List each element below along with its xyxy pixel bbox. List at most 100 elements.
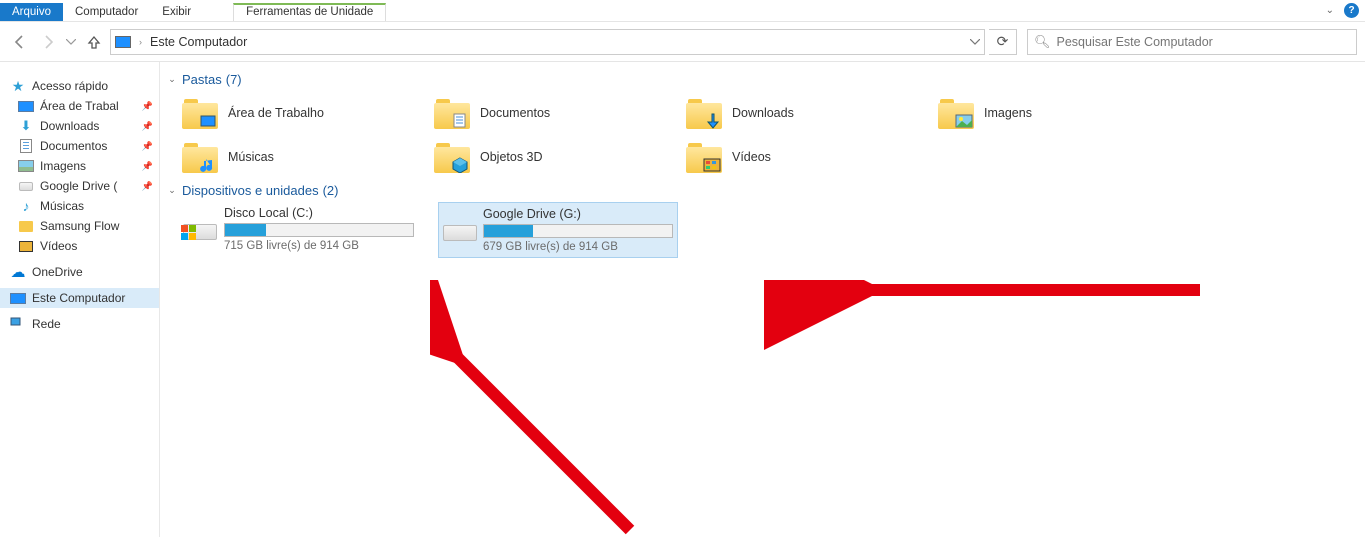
sidebar-item-desktop[interactable]: Área de Trabal 📌: [0, 96, 159, 116]
sidebar-label: Samsung Flow: [40, 219, 119, 233]
drive-info: 679 GB livre(s) de 914 GB: [483, 241, 673, 253]
group-count: (2): [323, 183, 339, 198]
search-box[interactable]: 🔍︎: [1027, 29, 1357, 55]
sidebar-label: Acesso rápido: [32, 79, 108, 93]
drive-item[interactable]: Google Drive (G:) 679 GB livre(s) de 914…: [438, 202, 678, 258]
breadcrumb-location[interactable]: Este Computador: [150, 35, 247, 49]
group-count: (7): [226, 72, 242, 87]
folder-icon: [938, 97, 974, 129]
folder-item[interactable]: Downloads: [682, 91, 934, 135]
sidebar-item-music[interactable]: Músicas: [0, 196, 159, 216]
folder-label: Downloads: [732, 106, 794, 120]
pin-icon: 📌: [142, 161, 153, 172]
menu-bar: Arquivo Computador Exibir Ferramentas de…: [0, 0, 1365, 22]
folder-item[interactable]: Objetos 3D: [430, 135, 682, 179]
sidebar-label: Vídeos: [40, 239, 77, 253]
folder-icon: [686, 141, 722, 173]
help-icon[interactable]: ?: [1344, 3, 1359, 18]
desktop-icon: [18, 101, 34, 112]
folder-icon: [434, 141, 470, 173]
address-dropdown-icon[interactable]: [970, 39, 980, 45]
address-bar[interactable]: › Este Computador: [110, 29, 985, 55]
group-title: Pastas: [182, 72, 222, 87]
breadcrumb-sep: ›: [135, 37, 146, 47]
pin-icon: 📌: [142, 181, 153, 192]
sidebar-onedrive[interactable]: OneDrive: [0, 262, 159, 282]
tab-view[interactable]: Exibir: [150, 3, 203, 21]
sidebar-network[interactable]: Rede: [0, 314, 159, 334]
drive-item[interactable]: Disco Local (C:) 715 GB livre(s) de 914 …: [178, 202, 418, 258]
sidebar-label: Rede: [32, 317, 61, 331]
sidebar-label: Músicas: [40, 199, 84, 213]
pin-icon: 📌: [142, 141, 153, 152]
sidebar-item-samsung[interactable]: Samsung Flow: [0, 216, 159, 236]
folder-icon: [686, 97, 722, 129]
sidebar-this-pc[interactable]: Este Computador: [0, 288, 159, 308]
sidebar-label: Área de Trabal: [40, 99, 119, 113]
search-icon: 🔍︎: [1034, 34, 1051, 50]
drives-row: Disco Local (C:) 715 GB livre(s) de 914 …: [166, 202, 1365, 258]
folder-icon: [182, 97, 218, 129]
sidebar-quick-access[interactable]: Acesso rápido: [0, 76, 159, 96]
tab-file[interactable]: Arquivo: [0, 3, 63, 21]
up-button[interactable]: [82, 30, 106, 54]
windows-icon: [181, 225, 197, 241]
search-input[interactable]: [1057, 35, 1350, 49]
sidebar-item-images[interactable]: Imagens 📌: [0, 156, 159, 176]
folder-item[interactable]: Músicas: [178, 135, 430, 179]
sidebar-item-gdrive[interactable]: Google Drive ( 📌: [0, 176, 159, 196]
folder-label: Vídeos: [732, 150, 771, 164]
star-icon: [10, 78, 26, 94]
folder-icon: [182, 141, 218, 173]
refresh-button[interactable]: ⟳: [989, 29, 1017, 55]
folder-item[interactable]: Imagens: [934, 91, 1186, 135]
sidebar-label: Google Drive (: [40, 179, 117, 193]
navigation-pane: Acesso rápido Área de Trabal 📌 Downloads 📌…: [0, 62, 160, 537]
group-header-folders[interactable]: ⌄ Pastas (7): [166, 68, 1365, 91]
folder-item[interactable]: Documentos: [430, 91, 682, 135]
tab-drive-tools[interactable]: Ferramentas de Unidade: [233, 3, 386, 21]
sidebar-item-downloads[interactable]: Downloads 📌: [0, 116, 159, 136]
collapse-icon[interactable]: ⌄: [166, 74, 178, 85]
pin-icon: 📌: [142, 101, 153, 112]
sidebar-item-videos[interactable]: Vídeos: [0, 236, 159, 256]
drive-icon: [19, 182, 33, 191]
group-title: Dispositivos e unidades: [182, 183, 319, 198]
music-icon: [18, 198, 34, 214]
navigation-bar: › Este Computador ⟳ 🔍︎: [0, 22, 1365, 62]
sidebar-label: Downloads: [40, 119, 99, 133]
sidebar-label: Documentos: [40, 139, 107, 153]
drive-name: Disco Local (C:): [224, 206, 414, 220]
folders-grid: Área de Trabalho Documentos Downloads Im…: [166, 91, 1365, 179]
drive-icon: [443, 207, 477, 247]
folder-icon: [19, 221, 33, 232]
pc-icon: [115, 36, 131, 48]
folder-item[interactable]: Vídeos: [682, 135, 934, 179]
download-icon: [18, 118, 34, 134]
pc-icon: [10, 293, 26, 304]
sidebar-label: Imagens: [40, 159, 86, 173]
sidebar-label: Este Computador: [32, 291, 125, 305]
pin-icon: 📌: [142, 121, 153, 132]
folder-label: Objetos 3D: [480, 150, 543, 164]
drive-info: 715 GB livre(s) de 914 GB: [224, 240, 414, 252]
folder-icon: [434, 97, 470, 129]
tab-computer[interactable]: Computador: [63, 3, 150, 21]
group-header-drives[interactable]: ⌄ Dispositivos e unidades (2): [166, 179, 1365, 202]
history-dropdown[interactable]: [64, 30, 78, 54]
annotation-arrow: [430, 280, 1200, 540]
document-icon: [20, 139, 32, 153]
back-button[interactable]: [8, 30, 32, 54]
drive-usage-bar: [224, 223, 414, 237]
cloud-icon: [10, 264, 26, 280]
forward-button[interactable]: [36, 30, 60, 54]
ribbon-expand-icon[interactable]: ⌄: [1326, 5, 1334, 16]
folder-label: Músicas: [228, 150, 274, 164]
drive-name: Google Drive (G:): [483, 207, 673, 221]
drive-icon: [182, 206, 218, 246]
collapse-icon[interactable]: ⌄: [166, 185, 178, 196]
folder-label: Área de Trabalho: [228, 106, 324, 120]
content-pane: ⌄ Pastas (7) Área de Trabalho Documentos…: [160, 62, 1365, 537]
sidebar-item-documents[interactable]: Documentos 📌: [0, 136, 159, 156]
folder-item[interactable]: Área de Trabalho: [178, 91, 430, 135]
